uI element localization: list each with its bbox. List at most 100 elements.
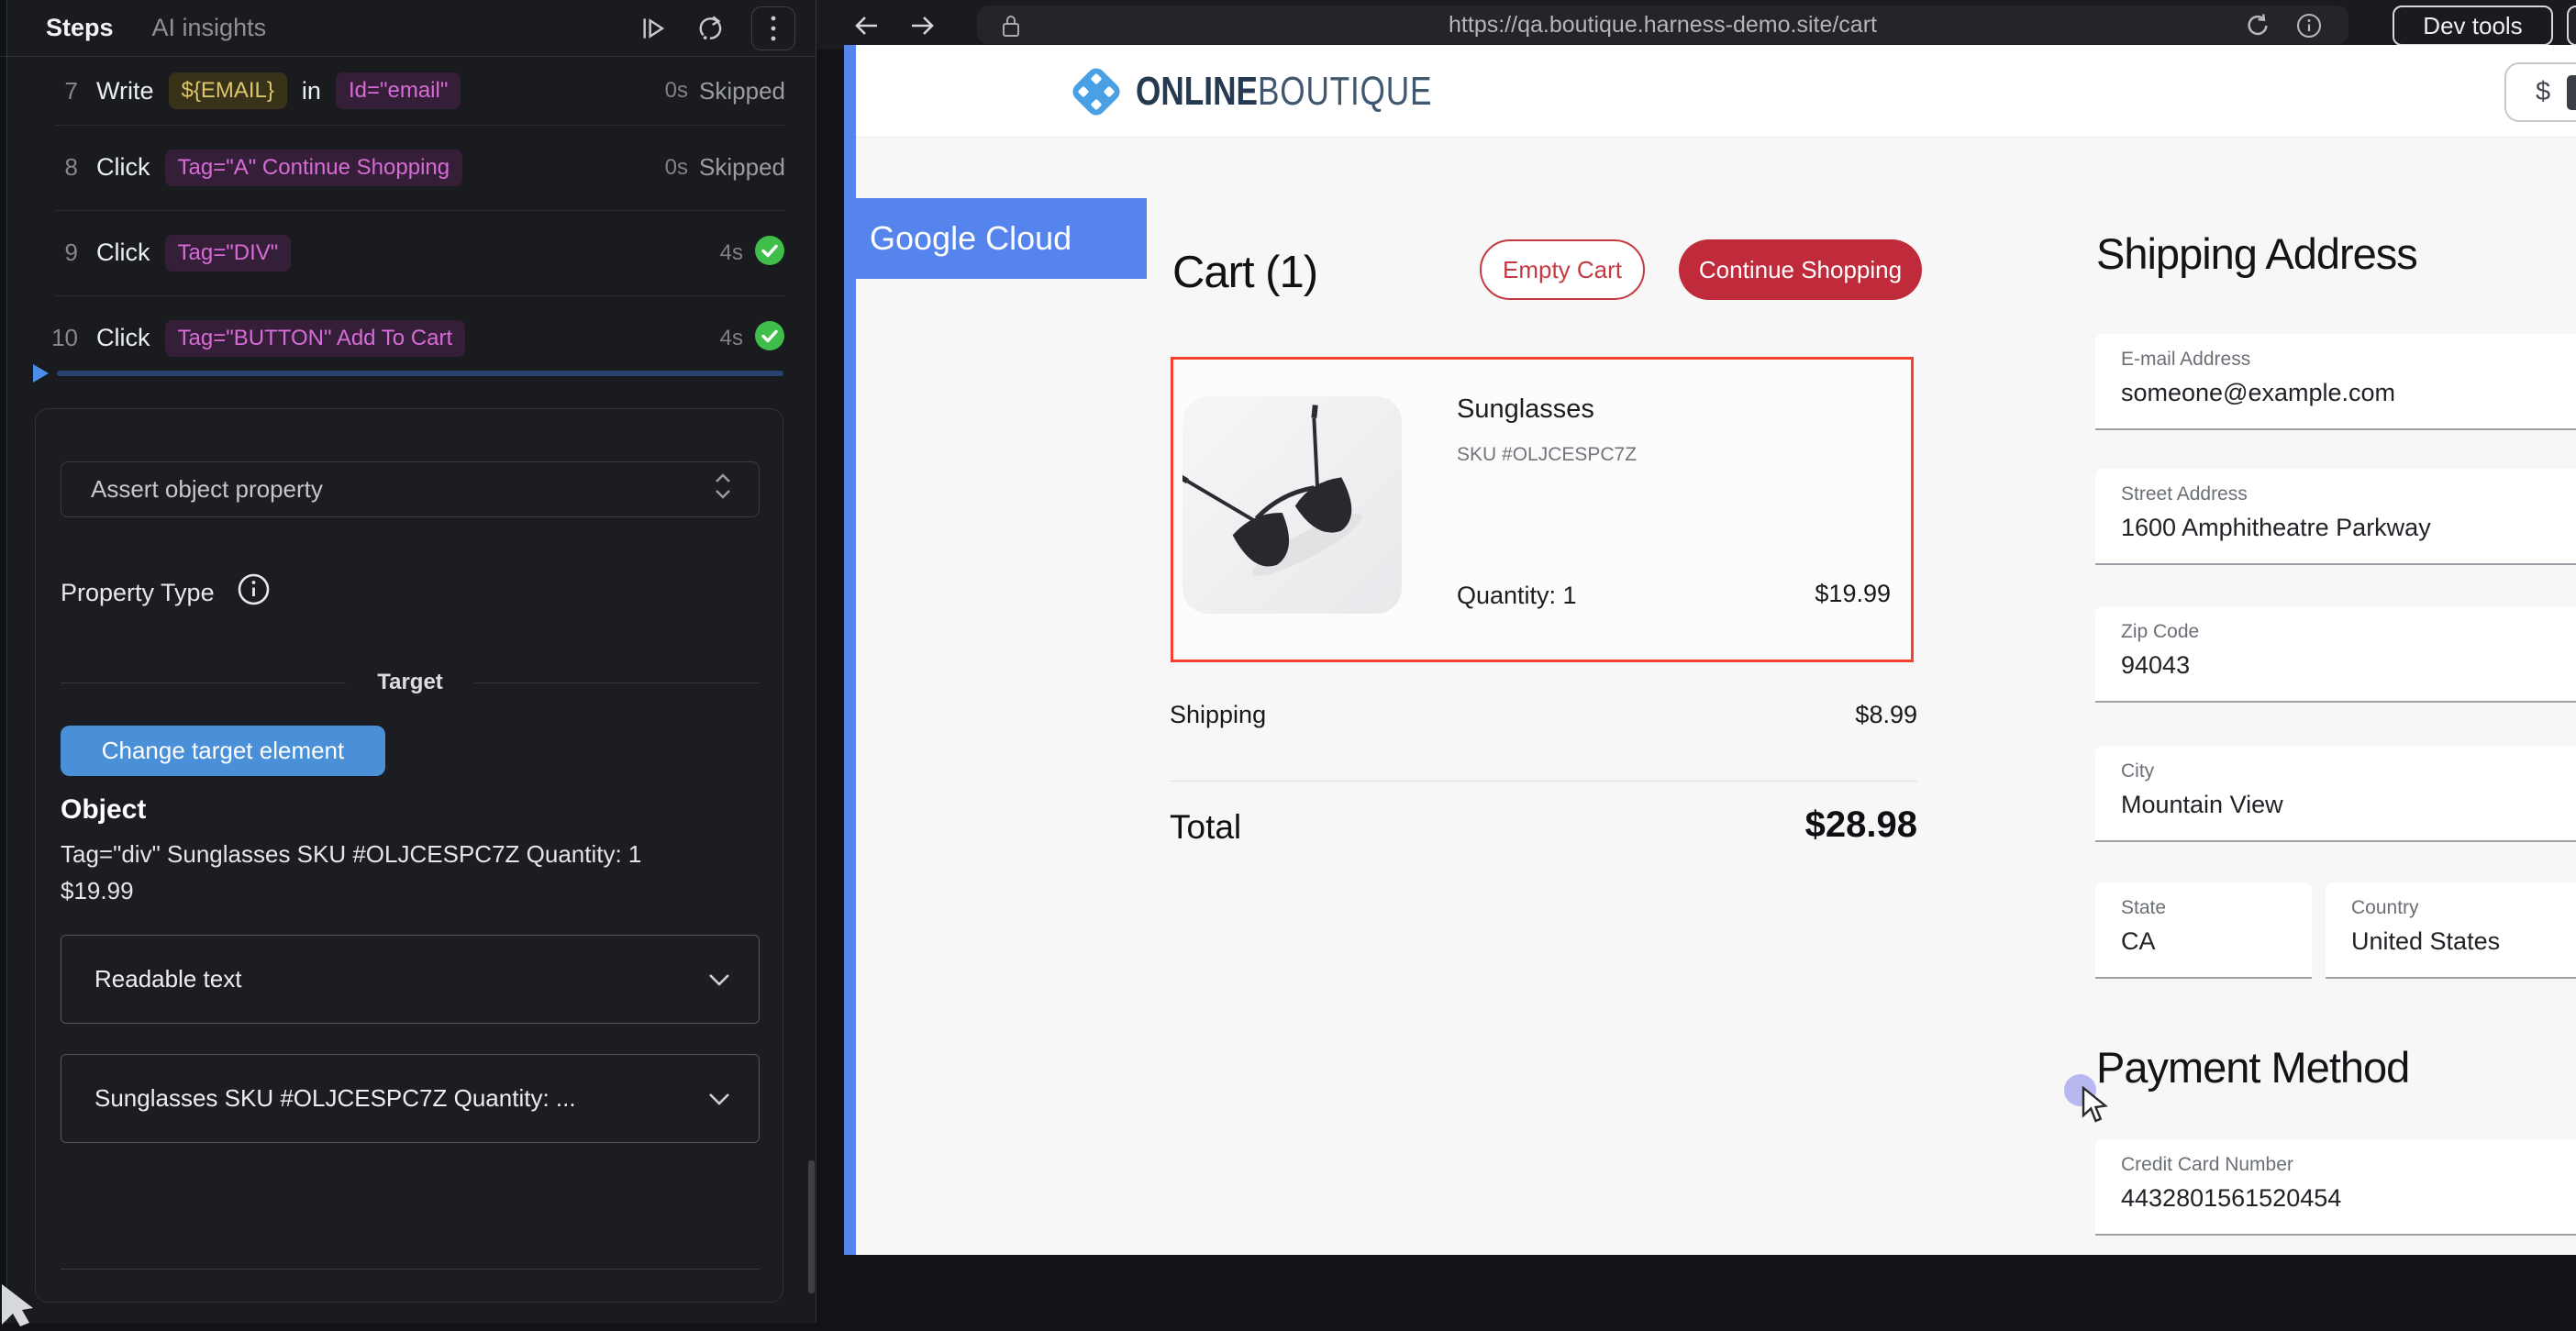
object-value-text: Sunglasses SKU #OLJCESPC7Z Quantity: ... — [94, 1084, 576, 1113]
selector-badge: Id="email" — [336, 72, 461, 109]
brand-wordmark[interactable]: ONLINEBOUTIQUE — [1136, 69, 1432, 115]
step-duration: 4s — [720, 326, 743, 351]
selector-badge: Tag="BUTTON" Add To Cart — [165, 320, 466, 357]
cart-item-highlighted[interactable]: Sunglasses SKU #OLJCESPC7Z Quantity: 1 $… — [1171, 357, 1914, 662]
online-boutique-logo-icon[interactable] — [1067, 61, 1126, 128]
step-action-text: in — [302, 77, 321, 105]
step-action-text: Write — [96, 77, 154, 105]
tab-ai-insights[interactable]: AI insights — [152, 14, 267, 42]
page-info-icon[interactable] — [2295, 12, 2323, 44]
mouse-cursor-icon — [0, 1282, 35, 1331]
address-field-city[interactable]: City Mountain View — [2095, 746, 2576, 842]
chevron-down-icon — [707, 965, 731, 993]
devtools-button[interactable]: Dev tools — [2393, 6, 2553, 46]
step-row[interactable]: 9 Click Tag="DIV" 4s — [0, 210, 816, 295]
pointer-cursor-icon — [2077, 1085, 2112, 1128]
test-steps-panel: Steps AI insights 7Write${EMAIL}inId="em — [0, 0, 816, 1323]
address-field-state[interactable]: State CA — [2095, 882, 2312, 979]
url-bar[interactable]: https://qa.boutique.harness-demo.site/ca… — [977, 6, 2348, 44]
browser-chrome: https://qa.boutique.harness-demo.site/ca… — [816, 0, 2576, 50]
field-value: CA — [2121, 927, 2312, 956]
payment-method-heading: Payment Method — [2096, 1042, 2409, 1093]
product-price: $19.99 — [1815, 580, 1891, 608]
panel-header: Steps AI insights — [0, 0, 816, 57]
product-quantity: Quantity: 1 — [1457, 582, 1577, 610]
step-row[interactable]: 8ClickTag="A" Continue Shopping0sSkipped — [0, 125, 816, 210]
field-value: someone@example.com — [2121, 379, 2576, 407]
step-row[interactable]: 7Write${EMAIL}inId="email"0sSkipped — [0, 57, 816, 125]
target-label: Target — [377, 670, 443, 695]
step-status-group: 0sSkipped — [665, 77, 785, 105]
tab-steps[interactable]: Steps — [46, 14, 114, 42]
step-number: 10 — [50, 324, 78, 352]
currency-symbol: $ — [2536, 77, 2550, 107]
rerun-icon[interactable] — [694, 13, 726, 44]
browser-preview: https://qa.boutique.harness-demo.site/ca… — [816, 0, 2576, 1323]
selector-badge: Tag="DIV" — [165, 235, 292, 272]
address-field-street[interactable]: Street Address 1600 Amphitheatre Parkway — [2095, 469, 2576, 565]
address-field-country[interactable]: CountryUnited States — [2326, 882, 2576, 979]
readable-text-value: Readable text — [94, 965, 241, 993]
panel-scrollbar[interactable] — [808, 1160, 815, 1293]
google-cloud-badge: Google Cloud — [844, 198, 1147, 279]
object-description: Tag="div" Sunglasses SKU #OLJCESPC7Z Qua… — [61, 836, 648, 909]
currency-selector[interactable]: $ — [2504, 62, 2576, 122]
execution-progress-row — [0, 363, 816, 383]
step-status-group: 4s — [720, 320, 785, 356]
partial-button[interactable] — [2567, 6, 2576, 46]
step-action-text: Click — [96, 153, 150, 182]
step-action-text: Click — [96, 238, 150, 267]
step-duration: 0s — [665, 155, 688, 181]
steps-list: 7Write${EMAIL}inId="email"0sSkipped8Clic… — [0, 57, 816, 381]
back-arrow-icon[interactable] — [851, 10, 883, 41]
cart-title: Cart (1) — [1172, 247, 1317, 298]
product-name: Sunglasses — [1457, 394, 1594, 425]
site-header: ONLINEBOUTIQUE $ — [844, 45, 2576, 138]
shipping-address-heading: Shipping Address — [2096, 228, 2417, 279]
field-value: 1600 Amphitheatre Parkway — [2121, 514, 2576, 542]
credit-card-label: Credit Card Number — [2121, 1154, 2576, 1176]
field-value: Mountain View — [2121, 791, 2576, 819]
step-action-text: Click — [96, 324, 150, 352]
step-status-label: Skipped — [699, 153, 785, 182]
empty-cart-button[interactable]: Empty Cart — [1480, 239, 1645, 300]
step-properties-card: Assert object property Property Type Tar… — [35, 408, 783, 1303]
field-label: Zip Code — [2121, 621, 2576, 643]
assert-type-select[interactable]: Assert object property — [61, 461, 760, 517]
step-status-group: 4s — [720, 235, 785, 271]
card-bottom-divider — [61, 1269, 760, 1270]
select-updown-icon — [713, 471, 733, 508]
address-field-email[interactable]: E-mail Addresssomeone@example.com — [2095, 334, 2576, 430]
shipping-price: $8.99 — [1170, 701, 1917, 729]
continue-shopping-button[interactable]: Continue Shopping — [1679, 239, 1922, 300]
product-image — [1183, 396, 1402, 614]
step-status-group: 0s Skipped — [665, 153, 785, 182]
credit-card-field[interactable]: Credit Card Number 4432801561520454 — [2095, 1139, 2576, 1236]
run-icon[interactable] — [638, 13, 669, 44]
address-field-zip[interactable]: Zip Code 94043 — [2095, 606, 2576, 703]
field-label: Street Address — [2121, 483, 2576, 505]
passed-check-icon — [754, 320, 785, 356]
readable-text-dropdown[interactable]: Readable text — [61, 935, 760, 1024]
field-label: City — [2121, 760, 2576, 782]
object-value-dropdown[interactable]: Sunglasses SKU #OLJCESPC7Z Quantity: ... — [61, 1054, 760, 1143]
brand-online: ONLINE — [1136, 69, 1258, 114]
forward-arrow-icon[interactable] — [906, 10, 938, 41]
field-label: State — [2121, 897, 2312, 919]
selector-badge: Tag="A" Continue Shopping — [165, 150, 463, 186]
kebab-menu-button[interactable] — [751, 6, 795, 50]
assert-type-value: Assert object property — [91, 475, 323, 504]
reload-icon[interactable] — [2244, 12, 2271, 44]
chevron-down-icon — [707, 1084, 731, 1113]
lock-icon — [1000, 13, 1022, 43]
step-number: 9 — [50, 238, 78, 267]
info-icon[interactable] — [237, 572, 271, 613]
cart-icon — [2567, 75, 2576, 110]
target-section-divider: Target — [61, 670, 760, 695]
url-text: https://qa.boutique.harness-demo.site/ca… — [977, 12, 2348, 39]
field-value: 94043 — [2121, 651, 2576, 680]
field-label: Country — [2351, 897, 2576, 919]
change-target-button[interactable]: Change target element — [61, 726, 385, 776]
variable-badge: ${EMAIL} — [169, 72, 287, 109]
total-price: $28.98 — [1170, 804, 1917, 846]
